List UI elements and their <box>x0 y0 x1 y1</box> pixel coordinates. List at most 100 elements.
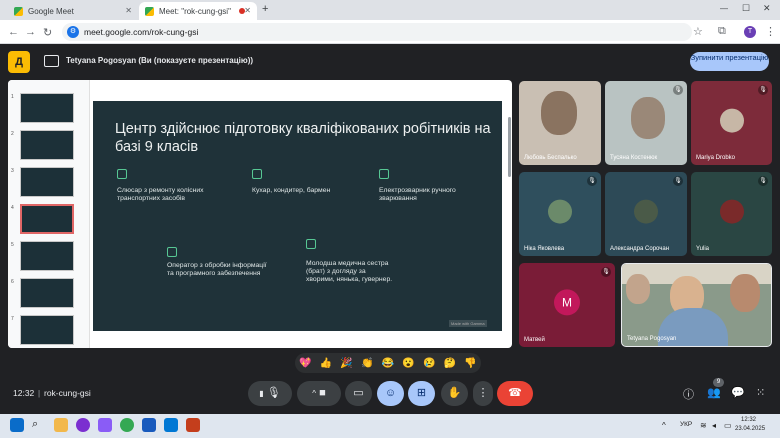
reaction-heart-icon[interactable]: 💖 <box>299 358 311 369</box>
presenting-banner: Д Tetyana Pogosyan (Ви (показуєте презен… <box>0 46 780 78</box>
app-icon[interactable] <box>76 418 90 432</box>
viber-icon[interactable] <box>98 418 112 432</box>
participant-video <box>541 91 577 135</box>
participant-tile[interactable]: 🎙 Александра Сорочан <box>605 172 687 256</box>
participant-tile[interactable]: M 🎙 Матвей <box>519 263 615 347</box>
participant-video <box>631 97 665 139</box>
presenting-label: Tetyana Pogosyan (Ви (показуєте презента… <box>66 56 254 65</box>
tab-meet-call[interactable]: Meet: "rok-cung-gsi" ✕ <box>139 2 257 20</box>
stop-presenting-button[interactable]: Зупинити презентацію <box>690 52 769 71</box>
bookmark-star-icon[interactable]: ☆ <box>693 25 703 38</box>
reaction-laugh-icon[interactable]: 😂 <box>382 358 394 369</box>
browser-tab-bar: Google Meet ✕ Meet: "rok-cung-gsi" ✕ + —… <box>0 0 780 20</box>
microphone-button[interactable]: ▮ 🎙 <box>248 381 292 406</box>
tab-title: Meet: "rok-cung-gsi" <box>159 6 231 16</box>
url-text: meet.google.com/rok-cung-gsi <box>84 27 199 37</box>
slide-title: Центр здійснює підготовку кваліфікованих… <box>115 121 491 155</box>
slide-thumbnail[interactable] <box>20 278 74 308</box>
reaction-clap-icon[interactable]: 👏 <box>361 358 373 369</box>
tab-google-meet[interactable]: Google Meet ✕ <box>8 2 138 20</box>
thumb-number: 1 <box>11 94 14 100</box>
people-icon[interactable]: 👥 <box>707 386 721 399</box>
menu-kebab-icon[interactable]: ⋮ <box>765 25 776 38</box>
new-tab-button[interactable]: + <box>262 3 268 15</box>
participant-tile[interactable]: 🎙 Ніка Яковлева <box>519 172 601 256</box>
avatar <box>548 199 572 224</box>
leave-call-button[interactable]: ☎ <box>497 381 533 406</box>
reaction-thumbs-down-icon[interactable]: 👎 <box>464 358 476 369</box>
reactions-button[interactable]: ☺ <box>377 381 404 406</box>
reactions-bar: 💖 👍 🎉 👏 😂 😮 😢 🤔 👎 <box>295 353 481 373</box>
meeting-info-icon[interactable]: ⓘ <box>683 386 694 402</box>
slide-thumbnail[interactable] <box>20 130 74 160</box>
slide-thumbnail[interactable] <box>20 93 74 123</box>
more-options-button[interactable]: ⋮ <box>473 381 493 406</box>
present-icon: ⊞ <box>416 387 427 399</box>
more-vert-icon: ⋮ <box>477 387 489 399</box>
windows-start-icon[interactable] <box>10 418 24 432</box>
close-window-icon[interactable]: ✕ <box>763 3 771 14</box>
reaction-thumbs-up-icon[interactable]: 👍 <box>320 358 332 369</box>
back-icon[interactable]: ← <box>8 26 19 38</box>
reaction-thinking-icon[interactable]: 🤔 <box>444 358 456 369</box>
chevron-up-icon: ^ <box>312 389 317 398</box>
hang-up-icon: ☎ <box>508 387 522 399</box>
camera-button[interactable]: ^ ■ <box>297 381 341 406</box>
participant-tile[interactable]: 🎙 Mariya Drobko <box>691 81 772 165</box>
close-tab-icon[interactable]: ✕ <box>125 6 132 15</box>
maximize-icon[interactable]: ☐ <box>742 3 750 14</box>
profile-avatar[interactable]: T <box>744 26 756 38</box>
language-indicator[interactable]: УКР <box>680 421 692 428</box>
mic-off-icon: 🎙 <box>587 176 597 186</box>
activities-icon[interactable]: ⁙ <box>756 386 765 399</box>
slide-scrollbar[interactable] <box>508 117 511 177</box>
thumb-number: 5 <box>11 242 14 248</box>
wrench-icon <box>117 169 127 179</box>
mic-off-icon: 🎙 <box>673 176 683 186</box>
close-tab-icon[interactable]: ✕ <box>244 6 251 15</box>
participant-name: Александра Сорочан <box>610 246 670 252</box>
presentation-view: 1 2 3 4 5 6 7 Центр здійснює підготовку … <box>8 80 512 348</box>
captions-icon: ▭ <box>353 387 364 399</box>
captions-button[interactable]: ▭ <box>345 381 372 406</box>
powerpoint-icon[interactable] <box>186 418 200 432</box>
reaction-sad-icon[interactable]: 😢 <box>423 358 435 369</box>
slide-item: Кухар, кондитер, бармен <box>252 187 331 194</box>
reload-icon[interactable]: ↻ <box>43 26 52 39</box>
forward-icon[interactable]: → <box>25 26 36 38</box>
slide-thumbnail[interactable] <box>20 241 74 271</box>
battery-icon[interactable]: ▭ <box>724 421 732 430</box>
address-bar[interactable]: ⚙ meet.google.com/rok-cung-gsi <box>62 23 692 41</box>
participants-count-badge: 9 <box>713 378 724 387</box>
file-explorer-icon[interactable] <box>54 418 68 432</box>
meeting-time: 12:32 <box>13 388 35 398</box>
extensions-icon[interactable]: ⧉ <box>718 25 726 38</box>
self-view-tile[interactable]: Tetyana Pogosyan <box>621 263 772 347</box>
chat-icon[interactable]: 💬 <box>731 386 745 399</box>
participant-name: Тусяна Костенюк <box>610 155 658 161</box>
site-info-icon[interactable]: ⚙ <box>67 26 79 38</box>
chrome-icon[interactable] <box>120 418 134 432</box>
minimize-icon[interactable]: — <box>720 4 728 13</box>
edge-icon[interactable] <box>164 418 178 432</box>
participant-tile[interactable]: 🎙 Тусяна Костенюк <box>605 81 687 165</box>
reaction-surprised-icon[interactable]: 😮 <box>402 358 414 369</box>
slide-thumbnail[interactable] <box>20 315 74 345</box>
word-icon[interactable] <box>142 418 156 432</box>
wifi-icon[interactable]: ≋ <box>700 421 707 430</box>
raise-hand-button[interactable]: ✋ <box>441 381 468 406</box>
slide-item: Слюсар з ремонту колісних транспортних з… <box>117 187 204 202</box>
reaction-party-icon[interactable]: 🎉 <box>340 358 352 369</box>
search-icon[interactable]: ⌕ <box>32 418 38 431</box>
slide-thumbnail-selected[interactable] <box>20 204 74 234</box>
tray-chevron-icon[interactable]: ^ <box>662 421 666 430</box>
slide-thumbnail[interactable] <box>20 167 74 197</box>
computer-icon <box>167 247 177 257</box>
present-now-button[interactable]: ⊞ <box>408 381 435 406</box>
volume-icon[interactable]: ◂ <box>712 421 716 430</box>
clock-time[interactable]: 12:32 <box>741 417 756 423</box>
clock-date[interactable]: 23.04.2025 <box>735 426 765 432</box>
participant-name: Mariya Drobko <box>696 155 736 161</box>
participant-tile[interactable]: Любовь Беспалько <box>519 81 601 165</box>
participant-tile[interactable]: 🎙 Yulia <box>691 172 772 256</box>
